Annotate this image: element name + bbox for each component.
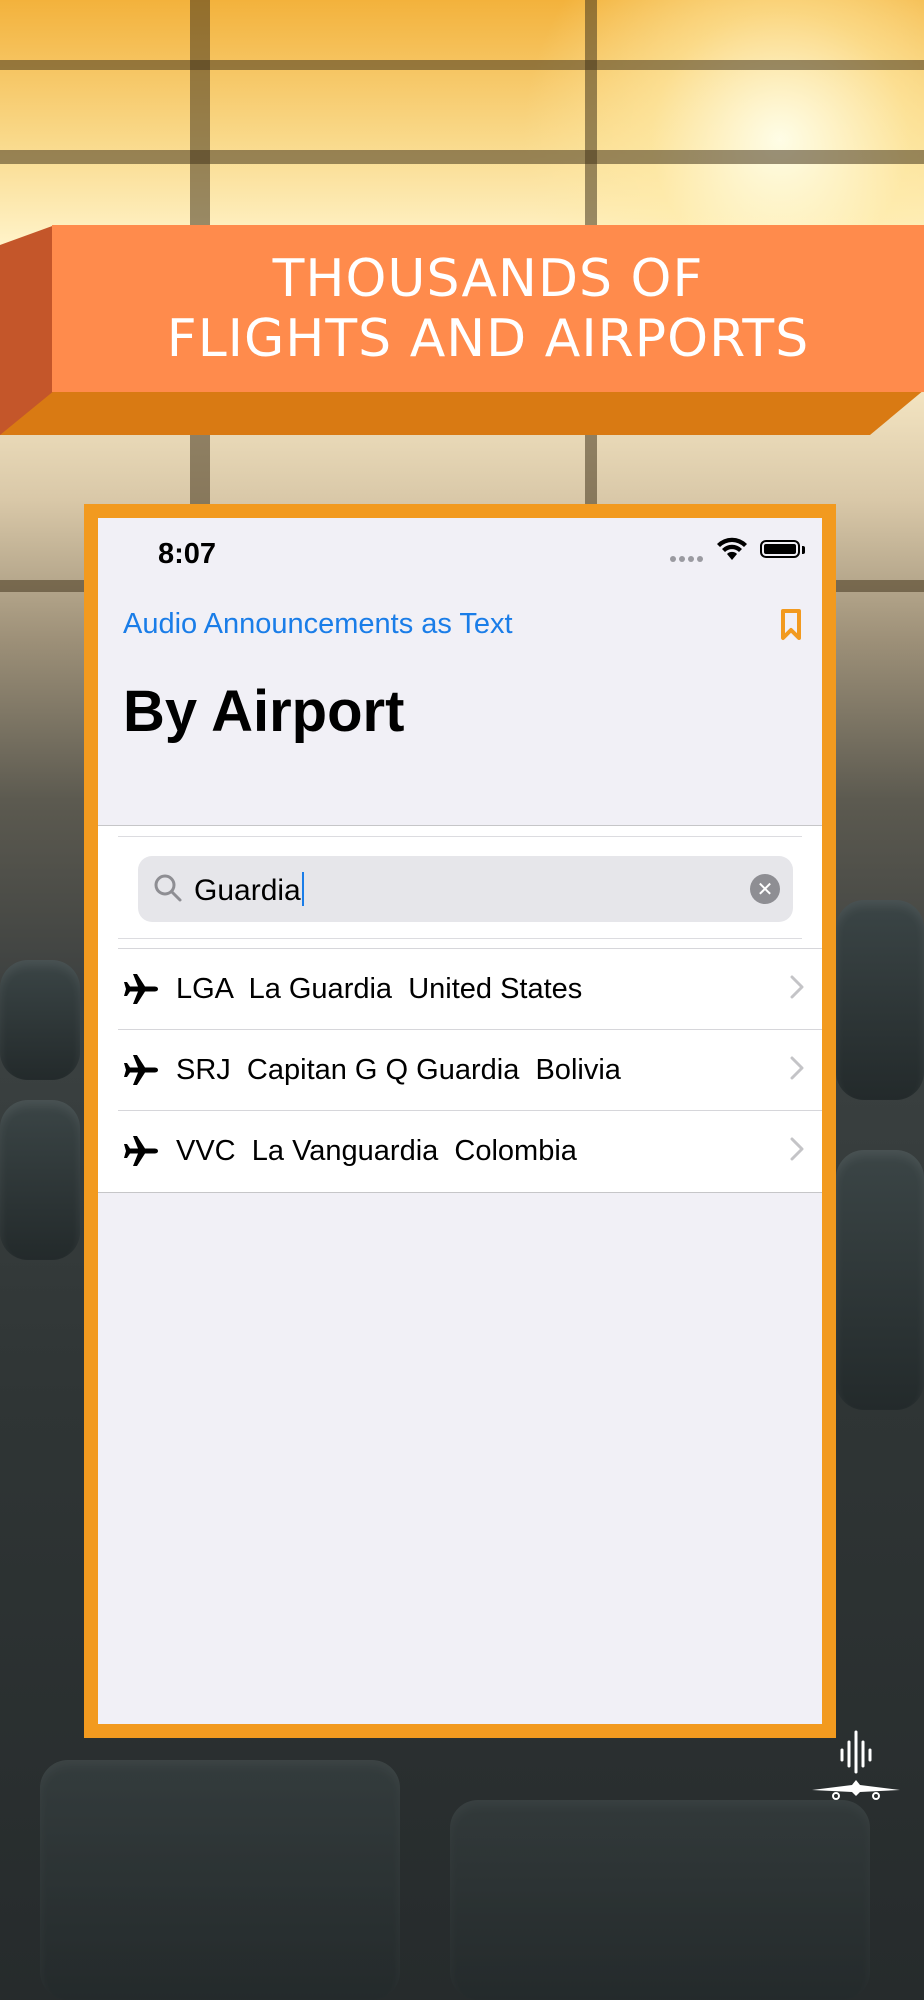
- airport-label: LGA La Guardia United States: [176, 973, 582, 1006]
- battery-cap: [802, 546, 805, 554]
- battery-icon: [760, 540, 800, 558]
- divider: [118, 836, 802, 837]
- airport-code: LGA: [176, 973, 233, 1005]
- search-field[interactable]: Guardia ✕: [138, 856, 793, 922]
- list-item-lga[interactable]: LGA La Guardia United States: [98, 949, 822, 1029]
- divider: [98, 1192, 822, 1193]
- airplane-icon: [124, 1135, 160, 1172]
- search-icon: [152, 872, 184, 909]
- divider: [118, 938, 802, 939]
- banner-line-2: FLIGHTS AND AIRPORTS: [166, 308, 810, 369]
- airport-country: United States: [408, 973, 583, 1005]
- back-link[interactable]: Audio Announcements as Text: [123, 608, 513, 641]
- app-logo-icon: [808, 1728, 904, 1813]
- banner-edge: [0, 390, 924, 435]
- search-input[interactable]: Guardia: [194, 872, 304, 908]
- bookmark-icon[interactable]: [780, 608, 802, 647]
- banner-line-1: THOUSANDS OF: [272, 248, 704, 309]
- search-value: Guardia: [194, 874, 301, 907]
- chevron-right-icon: [790, 1056, 804, 1085]
- airplane-icon: [124, 973, 160, 1010]
- airport-code: VVC: [176, 1135, 236, 1167]
- list-item-srj[interactable]: SRJ Capitan G Q Guardia Bolivia: [98, 1030, 822, 1110]
- text-cursor: [301, 872, 304, 906]
- airplane-icon: [124, 1054, 160, 1091]
- wifi-icon: [716, 536, 748, 567]
- clear-icon[interactable]: ✕: [750, 874, 780, 904]
- phone-screen: 8:07 Audio Announcements as Text By Airp…: [98, 518, 822, 1724]
- promo-banner: THOUSANDS OF FLIGHTS AND AIRPORTS: [52, 225, 924, 392]
- chevron-right-icon: [790, 975, 804, 1004]
- airport-label: VVC La Vanguardia Colombia: [176, 1135, 577, 1168]
- airport-name: La Vanguardia: [251, 1135, 439, 1167]
- airport-country: Bolivia: [535, 1054, 621, 1086]
- chevron-right-icon: [790, 1137, 804, 1166]
- airport-country: Colombia: [454, 1135, 577, 1167]
- list-item-vvc[interactable]: VVC La Vanguardia Colombia: [98, 1111, 822, 1191]
- phone-frame: 8:07 Audio Announcements as Text By Airp…: [84, 504, 836, 1738]
- airport-code: SRJ: [176, 1054, 231, 1086]
- airport-label: SRJ Capitan G Q Guardia Bolivia: [176, 1054, 621, 1087]
- airport-name: La Guardia: [248, 973, 393, 1005]
- status-time: 8:07: [158, 538, 217, 570]
- airport-name: Capitan G Q Guardia: [246, 1054, 520, 1086]
- page-title: By Airport: [123, 679, 405, 744]
- signal-icon: [670, 556, 703, 562]
